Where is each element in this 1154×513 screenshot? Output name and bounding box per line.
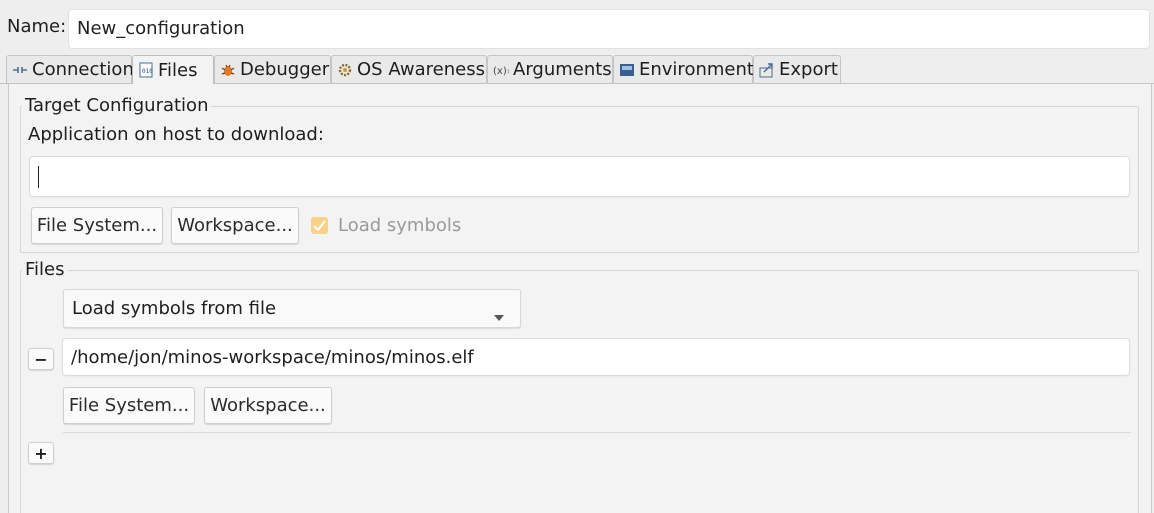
target-file-system-button[interactable]: File System... xyxy=(31,207,163,244)
os-gear-icon xyxy=(337,62,353,78)
target-configuration-title: Target Configuration xyxy=(22,95,212,116)
tab-environment[interactable]: Environment xyxy=(613,55,754,83)
tab-label: Export xyxy=(779,59,838,80)
tab-label: Debugger xyxy=(240,59,330,80)
svg-text:(x)=: (x)= xyxy=(493,66,509,76)
chevron-down-icon xyxy=(494,305,504,326)
tab-label: Connection xyxy=(32,59,134,80)
remove-file-button[interactable]: − xyxy=(28,348,54,370)
files-icon: 010 xyxy=(138,62,154,78)
tab-files[interactable]: 010 Files xyxy=(132,55,214,84)
files-mode-dropdown[interactable]: Load symbols from file xyxy=(63,289,521,328)
tab-label: Files xyxy=(158,59,198,81)
files-mode-value: Load symbols from file xyxy=(72,298,277,319)
tab-label: Environment xyxy=(639,59,754,80)
tab-label: OS Awareness xyxy=(357,59,485,80)
connection-icon xyxy=(12,62,28,78)
tab-os-awareness[interactable]: OS Awareness xyxy=(331,55,487,83)
target-workspace-button[interactable]: Workspace... xyxy=(171,207,299,244)
environment-icon xyxy=(619,62,635,78)
files-workspace-button[interactable]: Workspace... xyxy=(204,387,332,424)
tab-debugger[interactable]: Debugger xyxy=(214,55,331,83)
files-tab-panel: Target Configuration Application on host… xyxy=(8,84,1152,513)
application-label: Application on host to download: xyxy=(28,124,324,145)
load-symbols-label: Load symbols xyxy=(338,215,462,236)
tab-connection[interactable]: Connection xyxy=(6,55,134,83)
tab-arguments[interactable]: (x)= Arguments xyxy=(487,55,613,83)
arguments-icon: (x)= xyxy=(493,62,509,78)
files-title: Files xyxy=(22,259,68,280)
tab-export[interactable]: Export xyxy=(753,55,841,83)
files-file-system-button[interactable]: File System... xyxy=(63,387,195,424)
tab-label: Arguments xyxy=(513,59,612,80)
debugger-bug-icon xyxy=(220,62,236,78)
application-input[interactable] xyxy=(30,157,1129,196)
file-path-input[interactable]: /home/jon/minos-workspace/minos/minos.el… xyxy=(63,339,1129,375)
name-input[interactable]: New_configuration xyxy=(69,10,1149,48)
tab-strip: Connection 010 Files Debugger OS Awarene… xyxy=(0,55,1154,84)
svg-text:010: 010 xyxy=(142,68,153,75)
check-icon xyxy=(313,220,326,231)
add-file-button[interactable]: + xyxy=(28,442,54,464)
name-label: Name: xyxy=(7,16,67,37)
export-icon xyxy=(759,62,775,78)
files-separator xyxy=(63,432,1131,433)
text-cursor xyxy=(38,165,39,188)
load-symbols-checkbox[interactable] xyxy=(311,217,328,234)
